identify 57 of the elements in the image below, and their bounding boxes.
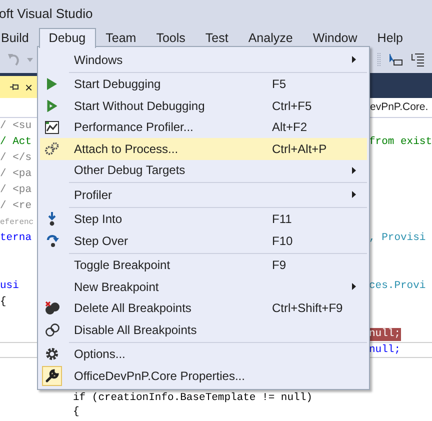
- wrench-icon: [42, 366, 62, 386]
- menu-item[interactable]: Step Into F11: [40, 208, 367, 230]
- cursor-list-icon[interactable]: [389, 53, 403, 67]
- breakpoints-delete-icon: [44, 301, 60, 316]
- step-over-icon: [46, 234, 58, 248]
- code-text: null;: [369, 344, 401, 356]
- breakpoints-outline-icon: [44, 322, 60, 337]
- code-text: terna: [0, 232, 32, 244]
- menu-item[interactable]: Step Over F10: [40, 230, 367, 252]
- navigation-dropdown[interactable]: evPnP.Core.: [370, 100, 428, 116]
- code-text: {: [73, 406, 80, 419]
- list-icon[interactable]: [411, 53, 425, 67]
- menu-item[interactable]: Performance Profiler... Alt+F2: [40, 116, 367, 138]
- menu-bar-item[interactable]: Debug: [38, 28, 96, 48]
- menu-bar-item[interactable]: Window: [302, 28, 368, 47]
- menu-item[interactable]: Disable All Breakpoints: [40, 319, 367, 340]
- play-icon: [47, 78, 57, 90]
- settings-icon: [45, 347, 59, 362]
- code-text: ces.Provi: [369, 280, 426, 292]
- pin-icon[interactable]: [10, 83, 19, 91]
- menu-bar-item[interactable]: Build: [0, 28, 39, 47]
- gears-icon: [45, 142, 59, 156]
- toolbar-grip-icon: [377, 52, 381, 68]
- menu-bar-item[interactable]: Team: [96, 28, 146, 47]
- code-text: usi: [0, 280, 19, 292]
- document-tab[interactable]: ×: [0, 76, 40, 98]
- close-button[interactable]: ×: [25, 80, 33, 94]
- code-text: {: [0, 296, 6, 308]
- menu-item[interactable]: Other Debug Targets: [40, 160, 367, 181]
- menu-item[interactable]: Toggle Breakpoint F9: [40, 254, 367, 276]
- code-text: / <pa: [0, 184, 32, 196]
- menu-item[interactable]: Start Debugging F5: [40, 74, 367, 95]
- code-text: / <pa: [0, 168, 32, 180]
- code-text: if (creationInfo.BaseTemplate != null): [73, 392, 312, 404]
- code-text: null;: [369, 328, 401, 340]
- code-text: from exist: [368, 136, 432, 148]
- menu-item[interactable]: Options...: [40, 344, 367, 365]
- menu-item[interactable]: Attach to Process... Ctrl+Alt+P: [40, 138, 367, 160]
- menu-item[interactable]: Windows: [40, 49, 367, 70]
- code-text: / </s: [0, 152, 32, 164]
- code-text: / Act: [0, 136, 32, 148]
- code-text: eferenc: [0, 216, 34, 228]
- menu-item[interactable]: Profiler: [40, 184, 367, 206]
- menu-item[interactable]: New Breakpoint: [40, 276, 367, 298]
- menu-bar-item[interactable]: Tools: [146, 28, 196, 47]
- step-into-icon: [48, 212, 56, 226]
- menu-bar-item[interactable]: Analyze: [238, 28, 303, 47]
- menu-item[interactable]: Delete All Breakpoints Ctrl+Shift+F9: [40, 298, 367, 319]
- code-text: / <re: [0, 200, 32, 212]
- menu-bar-item[interactable]: Test: [195, 28, 238, 47]
- chart-icon: [45, 120, 59, 134]
- menu-item[interactable]: OfficeDevPnP.Core Properties...: [40, 365, 367, 386]
- code-text: , Provisi: [369, 232, 426, 244]
- code-text: / <su: [0, 120, 32, 132]
- menu-item[interactable]: Start Without Debugging Ctrl+F5: [40, 95, 367, 116]
- menu-bar-item[interactable]: Help: [367, 28, 414, 47]
- play-outline-icon: [47, 100, 57, 112]
